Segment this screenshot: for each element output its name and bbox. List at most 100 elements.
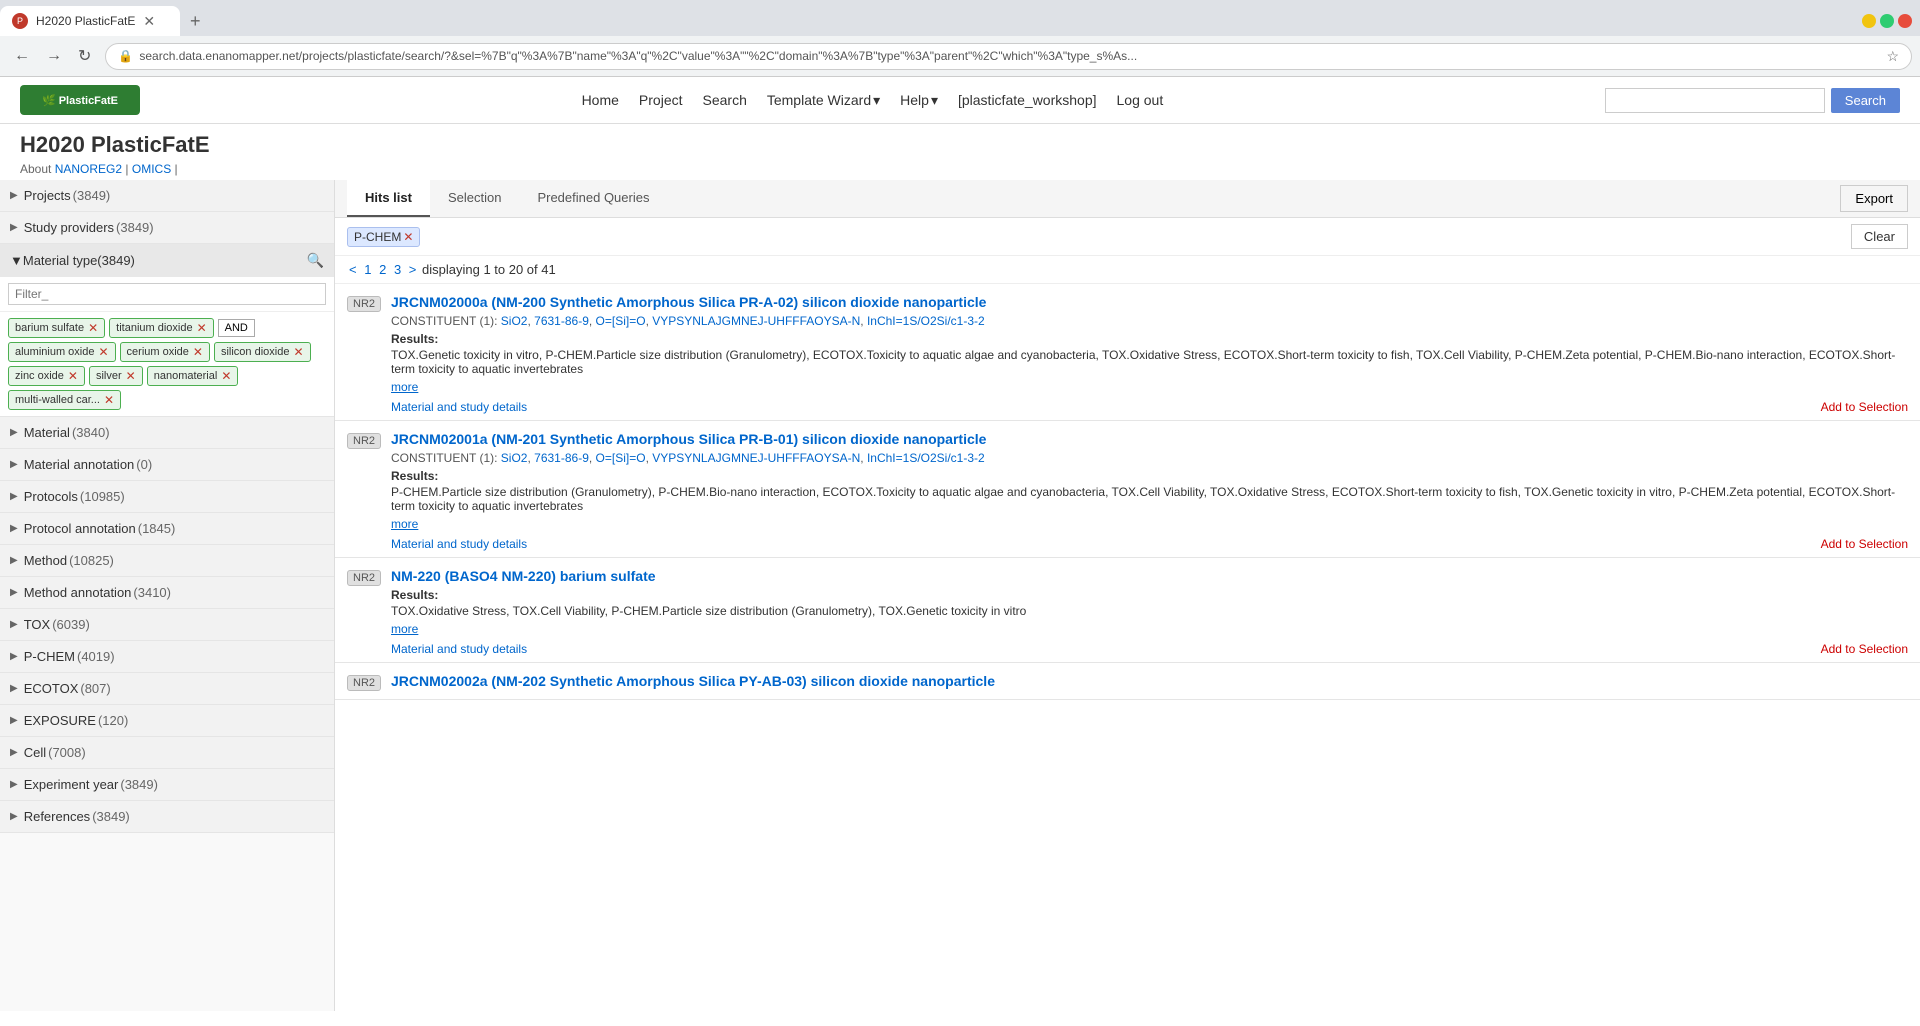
sidebar-item-projects[interactable]: ▶ Projects (3849) <box>0 180 334 212</box>
result-item-2: NR2 JRCNM02001a (NM-201 Synthetic Amorph… <box>335 421 1920 558</box>
inchi-link[interactable]: O=[Si]=O <box>596 314 646 328</box>
tag-remove-icon[interactable]: ✕ <box>293 345 303 359</box>
tag-nanomaterial[interactable]: nanomaterial ✕ <box>147 366 239 386</box>
nav-help[interactable]: Help ▾ <box>900 92 938 109</box>
sidebar-item-protocol-annotation[interactable]: ▶ Protocol annotation (1845) <box>0 513 334 545</box>
tag-multiwalled[interactable]: multi-walled car... ✕ <box>8 390 121 410</box>
add-to-selection-link[interactable]: Add to Selection <box>1821 400 1908 414</box>
sidebar-item-protocols[interactable]: ▶ Protocols (10985) <box>0 481 334 513</box>
forward-button[interactable]: → <box>40 44 68 68</box>
tag-barium-sulfate[interactable]: barium sulfate ✕ <box>8 318 105 338</box>
tag-remove-icon[interactable]: ✕ <box>98 345 108 359</box>
material-type-filter-input[interactable] <box>8 283 326 305</box>
sidebar-item-material-annotation[interactable]: ▶ Material annotation (0) <box>0 449 334 481</box>
study-details-link[interactable]: Material and study details <box>391 537 527 551</box>
url-bar[interactable]: 🔒 search.data.enanomapper.net/projects/p… <box>105 43 1912 70</box>
sidebar-item-cell[interactable]: ▶ Cell (7008) <box>0 737 334 769</box>
sidebar-item-tox[interactable]: ▶ TOX (6039) <box>0 609 334 641</box>
pchem-tag-remove-icon[interactable]: ✕ <box>403 230 413 244</box>
sidebar-item-method-annotation[interactable]: ▶ Method annotation (3410) <box>0 577 334 609</box>
export-button[interactable]: Export <box>1840 185 1908 212</box>
sidebar-item-ecotox[interactable]: ▶ ECOTOX (807) <box>0 673 334 705</box>
result-title[interactable]: JRCNM02001a (NM-201 Synthetic Amorphous … <box>391 431 1908 447</box>
nav-search[interactable]: Search <box>703 92 747 108</box>
more-link[interactable]: more <box>391 622 1908 636</box>
page-1-link[interactable]: 1 <box>364 262 371 277</box>
nav-logout[interactable]: Log out <box>1117 92 1164 108</box>
sidebar-item-references[interactable]: ▶ References (3849) <box>0 801 334 833</box>
close-window-button[interactable] <box>1898 14 1912 28</box>
sidebar-item-pchem[interactable]: ▶ P-CHEM (4019) <box>0 641 334 673</box>
page-2-link[interactable]: 2 <box>379 262 386 277</box>
about-label: About <box>20 162 51 176</box>
tag-remove-icon[interactable]: ✕ <box>88 321 98 335</box>
tag-remove-icon[interactable]: ✕ <box>197 321 207 335</box>
inchi-link[interactable]: O=[Si]=O <box>596 451 646 465</box>
result-title[interactable]: NM-220 (BASO4 NM-220) barium sulfate <box>391 568 1908 584</box>
omics-link[interactable]: OMICS <box>132 162 171 176</box>
add-to-selection-link[interactable]: Add to Selection <box>1821 537 1908 551</box>
sio2-link[interactable]: SiO2 <box>501 451 528 465</box>
tab-predefined-queries[interactable]: Predefined Queries <box>519 180 667 217</box>
result-title[interactable]: JRCNM02002a (NM-202 Synthetic Amorphous … <box>391 673 1908 689</box>
sidebar-item-method[interactable]: ▶ Method (10825) <box>0 545 334 577</box>
nav-project[interactable]: Project <box>639 92 683 108</box>
tag-titanium-dioxide[interactable]: titanium dioxide ✕ <box>109 318 214 338</box>
active-tab[interactable]: P H2020 PlasticFatE ✕ <box>0 6 180 36</box>
next-page-link[interactable]: > <box>409 262 417 277</box>
nav-home[interactable]: Home <box>582 92 619 108</box>
results-text: TOX.Genetic toxicity in vitro, P-CHEM.Pa… <box>391 348 1908 376</box>
more-link[interactable]: more <box>391 380 1908 394</box>
refresh-button[interactable]: ↻ <box>72 44 97 68</box>
sidebar-item-experiment-year[interactable]: ▶ Experiment year (3849) <box>0 769 334 801</box>
inchi2-link[interactable]: InChI=1S/O2Si/c1-3-2 <box>867 314 985 328</box>
sidebar-item-material[interactable]: ▶ Material (3840) <box>0 417 334 449</box>
back-button[interactable]: ← <box>8 44 36 68</box>
tag-remove-icon[interactable]: ✕ <box>126 369 136 383</box>
tag-zinc-oxide[interactable]: zinc oxide ✕ <box>8 366 85 386</box>
header-search-input[interactable] <box>1605 88 1825 113</box>
tag-silicon-dioxide[interactable]: silicon dioxide ✕ <box>214 342 311 362</box>
pchem-filter-tag[interactable]: P-CHEM ✕ <box>347 227 420 247</box>
sidebar-item-exposure[interactable]: ▶ EXPOSURE (120) <box>0 705 334 737</box>
new-tab-button[interactable]: + <box>184 11 207 32</box>
sidebar-item-study-providers[interactable]: ▶ Study providers (3849) <box>0 212 334 244</box>
inchi2-link[interactable]: InChI=1S/O2Si/c1-3-2 <box>867 451 985 465</box>
header-search-button[interactable]: Search <box>1831 88 1900 113</box>
cas-link[interactable]: 7631-86-9 <box>534 314 589 328</box>
maximize-button[interactable] <box>1880 14 1894 28</box>
nav-workshop[interactable]: [plasticfate_workshop] <box>958 92 1097 108</box>
tab-hits-list[interactable]: Hits list <box>347 180 430 217</box>
tag-remove-icon[interactable]: ✕ <box>221 369 231 383</box>
tab-selection[interactable]: Selection <box>430 180 519 217</box>
page-3-link[interactable]: 3 <box>394 262 401 277</box>
tag-cerium-oxide[interactable]: cerium oxide ✕ <box>120 342 210 362</box>
add-to-selection-link[interactable]: Add to Selection <box>1821 642 1908 656</box>
tag-remove-icon[interactable]: ✕ <box>104 393 114 407</box>
tag-silver[interactable]: silver ✕ <box>89 366 143 386</box>
bookmark-icon[interactable]: ☆ <box>1886 48 1899 65</box>
tag-remove-icon[interactable]: ✕ <box>193 345 203 359</box>
inchikey-link[interactable]: VYPSYNLAJGMNEJ-UHFFFAOYSA-N <box>652 314 860 328</box>
result-footer: Material and study details Add to Select… <box>391 642 1908 656</box>
nav-template-wizard[interactable]: Template Wizard ▾ <box>767 92 880 109</box>
nanoreg2-link[interactable]: NANOREG2 <box>55 162 122 176</box>
sidebar-count: (807) <box>80 681 110 696</box>
clear-button[interactable]: Clear <box>1851 224 1908 249</box>
and-button[interactable]: AND <box>218 319 255 337</box>
inchikey-link[interactable]: VYPSYNLAJGMNEJ-UHFFFAOYSA-N <box>652 451 860 465</box>
study-details-link[interactable]: Material and study details <box>391 642 527 656</box>
minimize-button[interactable] <box>1862 14 1876 28</box>
result-title[interactable]: JRCNM02000a (NM-200 Synthetic Amorphous … <box>391 294 1908 310</box>
lock-icon: 🔒 <box>118 49 133 63</box>
search-icon[interactable]: 🔍 <box>307 252 324 269</box>
material-type-header[interactable]: ▼ Material type (3849) 🔍 <box>0 244 334 277</box>
cas-link[interactable]: 7631-86-9 <box>534 451 589 465</box>
more-link[interactable]: more <box>391 517 1908 531</box>
tag-remove-icon[interactable]: ✕ <box>68 369 78 383</box>
tag-aluminium-oxide[interactable]: aluminium oxide ✕ <box>8 342 116 362</box>
prev-page-link[interactable]: < <box>349 262 357 277</box>
study-details-link[interactable]: Material and study details <box>391 400 527 414</box>
tab-close-icon[interactable]: ✕ <box>143 13 155 30</box>
sio2-link[interactable]: SiO2 <box>501 314 528 328</box>
